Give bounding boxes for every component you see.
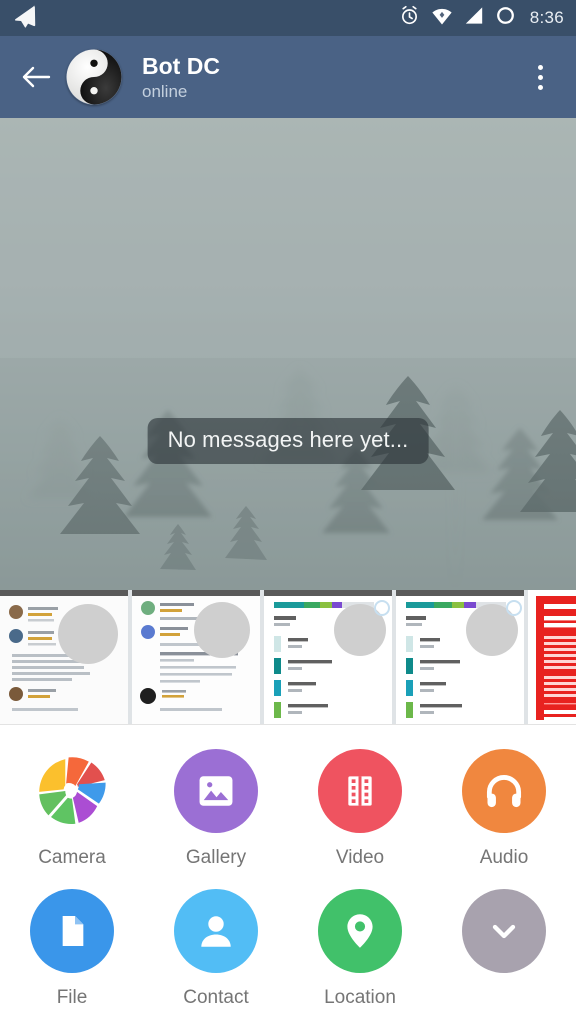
attachment-panel: Camera Gallery Video Audio File Contact …: [0, 724, 576, 1024]
camera-shutter-icon: [30, 749, 114, 833]
attach-option-camera[interactable]: Camera: [0, 745, 144, 885]
map-pin-icon: [318, 889, 402, 973]
image-icon: [174, 749, 258, 833]
chat-header: Bot DC online: [0, 36, 576, 118]
attach-option-video[interactable]: Video: [288, 745, 432, 885]
status-bar-icons: 8:36: [399, 5, 564, 31]
attach-label: Camera: [38, 847, 106, 868]
alarm-clock-icon: [399, 5, 420, 31]
back-arrow-icon[interactable]: [14, 55, 58, 99]
document-icon: [30, 889, 114, 973]
headphones-icon: [462, 749, 546, 833]
attach-option-location[interactable]: Location: [288, 885, 432, 1025]
list-item[interactable]: [528, 590, 576, 724]
attach-label: File: [56, 987, 88, 1008]
photo-attachment-strip[interactable]: [0, 590, 576, 724]
list-item[interactable]: [264, 590, 392, 724]
attach-label: Contact: [183, 987, 249, 1008]
list-item[interactable]: [132, 590, 260, 724]
telegram-paper-plane-icon: [14, 5, 40, 31]
header-titles[interactable]: Bot DC online: [142, 53, 220, 102]
wifi-icon: [431, 6, 453, 31]
page-title: Bot DC: [142, 52, 220, 79]
attach-label: Gallery: [185, 847, 247, 868]
attach-option-contact[interactable]: Contact: [144, 885, 288, 1025]
status-bar-clock: 8:36: [529, 8, 564, 27]
person-icon: [174, 889, 258, 973]
chat-message-area[interactable]: No messages here yet...: [0, 118, 576, 590]
online-status: online: [142, 81, 188, 101]
list-item[interactable]: [0, 590, 128, 724]
chat-wallpaper-foggy-forest: [0, 118, 576, 590]
status-bar: 8:36: [0, 0, 576, 36]
attach-option-audio[interactable]: Audio: [432, 745, 576, 885]
chevron-down-icon: [462, 889, 546, 973]
cellular-signal-icon: [464, 6, 484, 30]
list-item[interactable]: [396, 590, 524, 724]
attachment-row: File Contact Location: [0, 885, 576, 1025]
battery-circle-icon: [495, 5, 516, 31]
yin-yang-avatar[interactable]: [66, 49, 122, 105]
attach-label: Location: [324, 987, 396, 1008]
attach-label: Video: [335, 847, 385, 868]
film-strip-icon: [318, 749, 402, 833]
attach-option-gallery[interactable]: Gallery: [144, 745, 288, 885]
attach-option-file[interactable]: File: [0, 885, 144, 1025]
empty-chat-banner: No messages here yet...: [147, 418, 429, 464]
attach-label: Audio: [479, 847, 529, 868]
attachment-row: Camera Gallery Video Audio: [0, 745, 576, 885]
attach-option-collapse[interactable]: [432, 885, 576, 1025]
overflow-menu-icon[interactable]: [518, 51, 562, 103]
